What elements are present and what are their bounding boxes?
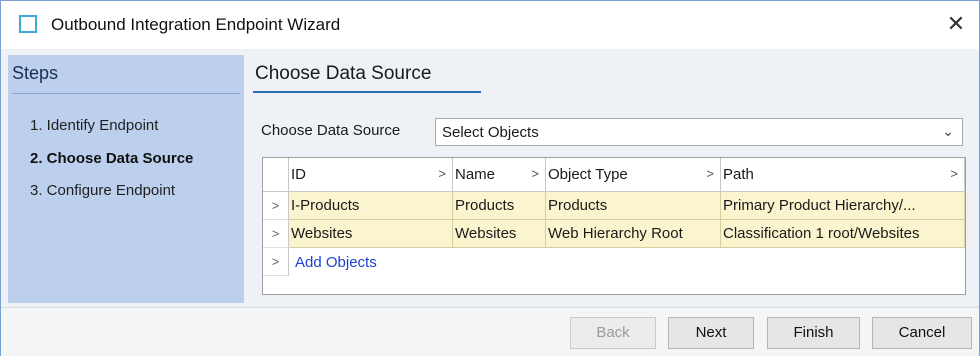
cell-id: Websites [289,220,453,248]
column-header-label: Name [455,166,496,183]
steps-divider [12,93,240,94]
cell-text: Websites [455,225,517,242]
data-source-dropdown[interactable]: Select Objects ⌄ [435,118,963,146]
cell-text: Web Hierarchy Root [548,225,683,242]
cell-name: Websites [453,220,546,248]
steps-header: Steps [12,63,59,83]
objects-table: ID > Name > Object Type > Path > > I-Pro… [262,157,966,295]
header-corner [263,158,289,192]
cell-id: I-Products [289,192,453,220]
title-underline [253,91,481,93]
column-header-label: Object Type [548,166,628,183]
step-identify-endpoint[interactable]: 1. Identify Endpoint [30,117,158,134]
data-source-label: Choose Data Source [261,122,401,139]
column-header-name[interactable]: Name > [453,158,546,192]
close-icon: ✕ [946,11,966,36]
table-row[interactable]: > Websites Websites Web Hierarchy Root C… [263,220,965,248]
cell-text: Products [455,197,515,214]
column-header-object-type[interactable]: Object Type > [546,158,721,192]
chevron-right-icon: > [950,166,958,181]
next-button[interactable]: Next [668,317,754,349]
back-button[interactable]: Back [570,317,656,349]
step-choose-data-source[interactable]: 2. Choose Data Source [30,150,193,167]
cell-text: Products [548,197,608,214]
cell-text: Classification 1 root/Websites [723,225,920,242]
finish-button[interactable]: Finish [767,317,860,349]
row-expand-icon[interactable]: > [263,248,289,276]
steps-panel: Steps 1. Identify Endpoint 2. Choose Dat… [8,55,244,303]
wizard-window: Outbound Integration Endpoint Wizard ✕ S… [0,0,980,356]
chevron-right-icon: > [531,166,539,181]
page-title: Choose Data Source [255,63,432,84]
chevron-down-icon: ⌄ [942,123,954,139]
table-row[interactable]: > I-Products Products Products Primary P… [263,192,965,220]
cell-text: I-Products [291,197,360,214]
window-icon [19,15,37,33]
cell-path: Primary Product Hierarchy/... [721,192,965,220]
row-expand-icon[interactable]: > [263,192,289,220]
column-header-id[interactable]: ID > [289,158,453,192]
column-header-label: Path [723,166,754,183]
cell-text: Websites [291,225,353,242]
step-configure-endpoint[interactable]: 3. Configure Endpoint [30,182,175,199]
chevron-right-icon: > [706,166,714,181]
add-objects-link[interactable]: Add Objects [295,254,377,271]
cell-name: Products [453,192,546,220]
add-objects-row: > Add Objects [263,248,965,276]
cell-text: Primary Product Hierarchy/... [723,197,916,214]
column-header-path[interactable]: Path > [721,158,965,192]
cell-object-type: Web Hierarchy Root [546,220,721,248]
chevron-right-icon: > [438,166,446,181]
window-title: Outbound Integration Endpoint Wizard [51,15,341,34]
column-header-label: ID [291,166,306,183]
data-source-value: Select Objects [442,124,539,141]
wizard-footer: Back Next Finish Cancel [1,307,979,356]
cell-object-type: Products [546,192,721,220]
cancel-button[interactable]: Cancel [872,317,972,349]
cell-path: Classification 1 root/Websites [721,220,965,248]
title-bar: Outbound Integration Endpoint Wizard ✕ [1,1,979,49]
wizard-body: Steps 1. Identify Endpoint 2. Choose Dat… [1,49,979,307]
row-expand-icon[interactable]: > [263,220,289,248]
close-button[interactable]: ✕ [943,11,969,37]
